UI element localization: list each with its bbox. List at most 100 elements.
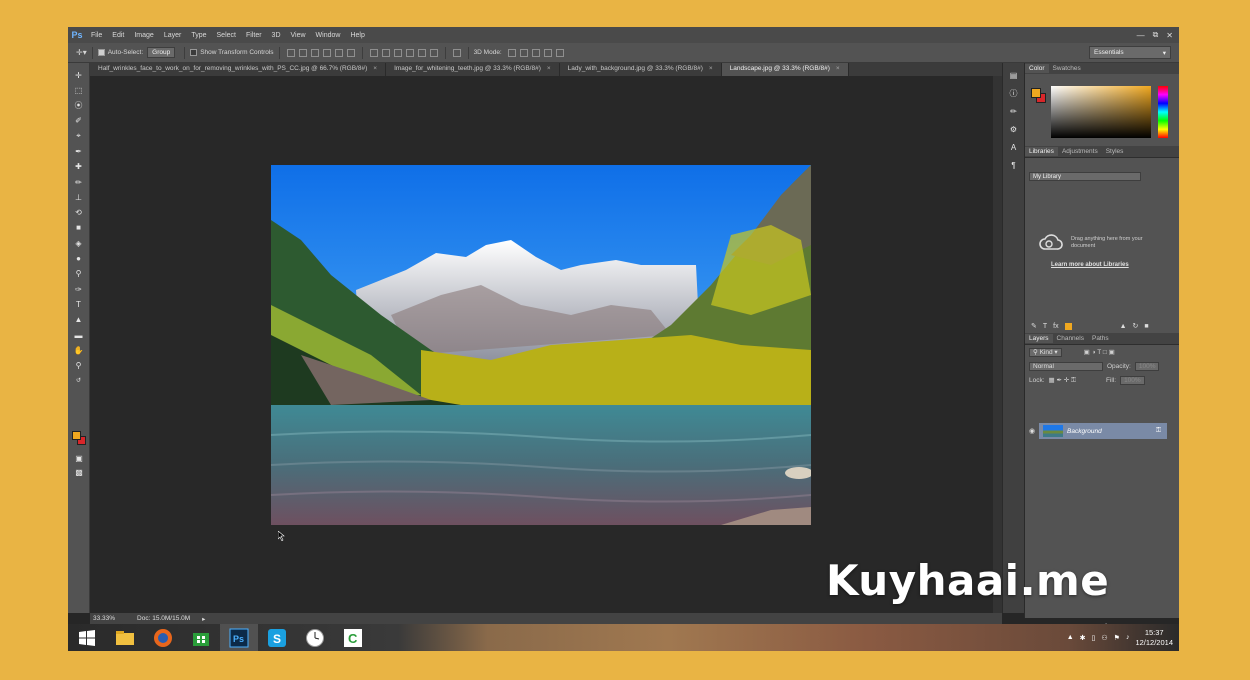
paint-bucket-tool-icon[interactable]: ◈ — [72, 237, 86, 249]
firefox-button[interactable] — [144, 624, 182, 651]
paragraph-panel-icon[interactable]: ¶ — [1007, 159, 1021, 171]
close-tab-icon[interactable]: × — [836, 65, 840, 72]
move-tool-icon[interactable]: ✛▾ — [76, 48, 87, 57]
tab-styles[interactable]: Styles — [1102, 147, 1128, 156]
menu-file[interactable]: File — [86, 32, 107, 39]
filter-icons[interactable]: ▣ ◑ T □ ▣ — [1084, 348, 1115, 356]
learn-more-link[interactable]: Learn more about Libraries — [1051, 262, 1129, 268]
lock-icons[interactable]: ▦ ✒ ✛ ⚿ — [1049, 376, 1076, 385]
menu-edit[interactable]: Edit — [107, 32, 129, 39]
foreground-color-swatch[interactable] — [72, 431, 81, 440]
align-top-icon[interactable] — [286, 48, 295, 57]
tab-landscape[interactable]: Landscape.jpg @ 33.3% (RGB/8#) × — [721, 63, 849, 76]
network-icon[interactable]: ⚇ — [1101, 634, 1107, 642]
photoshop-taskbar-button[interactable]: Ps — [220, 624, 258, 651]
distribute-bottom-icon[interactable] — [393, 48, 402, 57]
menu-3d[interactable]: 3D — [267, 32, 286, 39]
pen-tool-icon[interactable]: ✑ — [72, 283, 86, 295]
status-menu-icon[interactable]: ▸ — [202, 615, 205, 623]
3d-pan-icon[interactable] — [531, 48, 540, 57]
healing-brush-tool-icon[interactable]: ✚ — [72, 161, 86, 173]
distribute-middle-icon[interactable] — [381, 48, 390, 57]
show-hidden-icons[interactable]: ▲ — [1067, 634, 1074, 641]
restore-icon[interactable]: ⧉ — [1153, 30, 1159, 40]
auto-select-dropdown[interactable]: Group — [147, 47, 176, 58]
hand-tool-icon[interactable]: ✋ — [72, 344, 86, 356]
color-picker-field[interactable] — [1051, 86, 1151, 138]
opacity-input[interactable]: 100% — [1134, 361, 1160, 371]
show-transform-checkbox[interactable] — [190, 49, 198, 56]
align-center-icon[interactable] — [334, 48, 343, 57]
lasso-tool-icon[interactable]: ⦿ — [72, 100, 86, 112]
brush-tool-icon[interactable]: ✏ — [72, 176, 86, 188]
brush-panel-icon[interactable]: ✏ — [1007, 105, 1021, 117]
auto-align-icon[interactable] — [452, 48, 461, 57]
layer-filter-dropdown[interactable]: ⚲ Kind ▾ — [1029, 347, 1062, 357]
shape-tool-icon[interactable]: ▬ — [72, 329, 86, 341]
info-panel-icon[interactable]: ⓘ — [1007, 87, 1021, 99]
tab-lady-with-background[interactable]: Lady_with_background.jpg @ 33.3% (RGB/8#… — [560, 63, 722, 76]
quick-mask-icon[interactable]: ▣ — [72, 452, 86, 464]
tab-whitening-teeth[interactable]: Image_for_whitening_teeth.jpg @ 33.3% (R… — [386, 63, 560, 76]
blend-mode-dropdown[interactable]: Normal — [1029, 361, 1103, 371]
distribute-center-icon[interactable] — [417, 48, 426, 57]
clone-stamp-tool-icon[interactable]: ⊥ — [72, 191, 86, 203]
menu-help[interactable]: Help — [345, 32, 369, 39]
store-button[interactable] — [182, 624, 220, 651]
path-select-tool-icon[interactable]: ▲ — [72, 314, 86, 326]
fx-icon[interactable]: fx — [1053, 323, 1058, 330]
menu-view[interactable]: View — [286, 32, 311, 39]
skype-button[interactable]: S — [258, 624, 296, 651]
eyedropper-tool-icon[interactable]: ✒ — [72, 145, 86, 157]
align-left-icon[interactable] — [322, 48, 331, 57]
align-right-icon[interactable] — [346, 48, 355, 57]
canvas-scrollbar[interactable] — [993, 76, 1002, 613]
tab-color[interactable]: Color — [1025, 64, 1049, 73]
type-tool-icon[interactable]: T — [72, 298, 86, 310]
align-bottom-icon[interactable] — [310, 48, 319, 57]
align-middle-icon[interactable] — [298, 48, 307, 57]
distribute-right-icon[interactable] — [429, 48, 438, 57]
quick-select-tool-icon[interactable]: ✐ — [72, 115, 86, 127]
tab-adjustments[interactable]: Adjustments — [1058, 147, 1102, 156]
tab-half-wrinkles[interactable]: Half_wrinkles_face_to_work_on_for_removi… — [90, 63, 387, 76]
add-color-icon[interactable] — [1064, 322, 1072, 330]
distribute-top-icon[interactable] — [369, 48, 378, 57]
menu-select[interactable]: Select — [212, 32, 241, 39]
distribute-left-icon[interactable] — [405, 48, 414, 57]
library-dropdown[interactable]: My Library — [1029, 172, 1141, 181]
tab-paths[interactable]: Paths — [1088, 334, 1113, 343]
marquee-tool-icon[interactable]: ⬚ — [72, 84, 86, 96]
landscape-image[interactable] — [271, 165, 811, 525]
auto-select-checkbox[interactable] — [97, 49, 105, 56]
zoom-level[interactable]: 33.33% — [93, 615, 115, 622]
tab-libraries[interactable]: Libraries — [1025, 147, 1058, 156]
menu-type[interactable]: Type — [186, 32, 211, 39]
close-tab-icon[interactable]: × — [547, 65, 551, 72]
tab-layers[interactable]: Layers — [1025, 334, 1053, 343]
clock-app-button[interactable] — [296, 624, 334, 651]
start-button[interactable] — [68, 624, 106, 651]
battery-icon[interactable]: ▯ — [1092, 634, 1096, 642]
minimize-icon[interactable]: — — [1137, 31, 1145, 40]
eraser-tool-icon[interactable]: ■ — [72, 222, 86, 234]
history-panel-icon[interactable]: ▤ — [1007, 69, 1021, 81]
volume-icon[interactable]: ♪ — [1126, 634, 1130, 641]
close-icon[interactable]: ✕ — [1166, 31, 1173, 40]
3d-scale-icon[interactable] — [555, 48, 564, 57]
tab-channels[interactable]: Channels — [1053, 334, 1088, 343]
menu-layer[interactable]: Layer — [159, 32, 187, 39]
sync-icon[interactable]: ↻ — [1133, 322, 1139, 330]
eye-icon[interactable]: ◉ — [1029, 427, 1035, 435]
blur-tool-icon[interactable]: ● — [72, 253, 86, 265]
swap-colors-icon[interactable]: ↺ — [72, 375, 86, 387]
file-explorer-button[interactable] — [106, 624, 144, 651]
camtasia-button[interactable]: C — [334, 624, 372, 651]
bluetooth-icon[interactable]: ✱ — [1080, 634, 1086, 642]
move-tool-icon[interactable]: ✛ — [72, 69, 86, 81]
document-canvas[interactable] — [90, 76, 1002, 613]
menu-image[interactable]: Image — [129, 32, 158, 39]
trash-icon[interactable]: ■ — [1144, 323, 1148, 330]
fill-input[interactable]: 100% — [1120, 375, 1145, 385]
dodge-tool-icon[interactable]: ⚲ — [72, 268, 86, 280]
